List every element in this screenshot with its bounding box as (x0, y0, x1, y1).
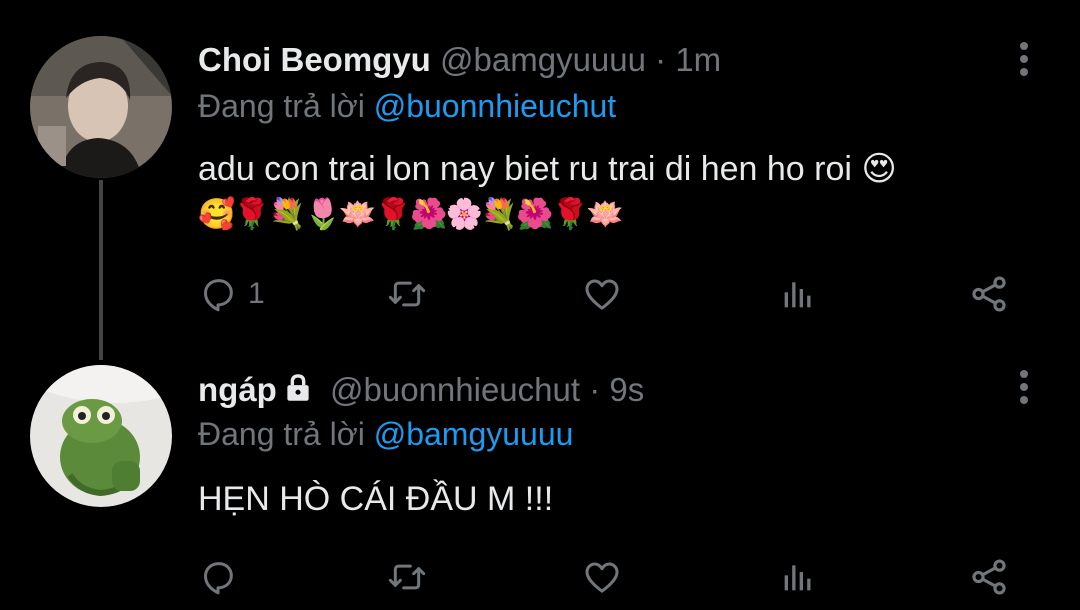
user-handle[interactable]: @bamgyuuuu (440, 41, 646, 78)
tweet-emoji-line: 🥰🌹💐🌷🪷🌹🌺🌸💐🌺🌹🪷 (198, 198, 624, 231)
retweet-icon (388, 564, 426, 590)
share-icon (972, 276, 1006, 312)
retweet-button[interactable] (386, 272, 428, 316)
display-name[interactable]: ngáp (198, 371, 277, 408)
heart-icon (585, 562, 619, 593)
stats-icon (784, 565, 811, 591)
share-icon (972, 559, 1006, 595)
replying-mention[interactable]: @buonnhieuchut (374, 88, 616, 124)
replying-mention[interactable]: @bamgyuuuu (374, 416, 574, 452)
replying-to: Đang trả lời @bamgyuuuu (198, 415, 573, 453)
avatar[interactable] (30, 365, 172, 507)
retweet-icon (388, 281, 426, 307)
display-name[interactable]: Choi Beomgyu (198, 41, 431, 78)
tweet[interactable]: Choi Beomgyu @bamgyuuuu · 1m Đang trả lờ… (0, 0, 1080, 360)
separator-dot: · (589, 371, 601, 408)
tweet-text: adu con trai lon nay biet ru trai di hen… (198, 150, 897, 188)
replying-to: Đang trả lời @buonnhieuchut (198, 87, 616, 125)
reply-icon (204, 279, 233, 312)
user-handle[interactable]: @buonnhieuchut (330, 371, 580, 408)
timestamp[interactable]: 1m (675, 41, 721, 78)
share-button[interactable] (968, 272, 1010, 316)
tweet-header: Choi Beomgyu @bamgyuuuu · 1m (198, 40, 721, 80)
thread-line (99, 180, 103, 360)
more-vertical-icon[interactable] (1018, 370, 1030, 406)
like-button[interactable] (582, 272, 622, 316)
retweet-button[interactable] (386, 555, 428, 599)
lock-icon (287, 374, 309, 401)
separator-dot: · (655, 41, 667, 78)
timestamp[interactable]: 9s (609, 371, 644, 408)
tweet-header: ngáp @buonnhieuchut · 9s (198, 370, 644, 410)
replying-prefix: Đang trả lời (198, 88, 365, 124)
avatar[interactable] (30, 36, 172, 178)
action-bar (198, 555, 1020, 599)
stats-button[interactable] (778, 555, 818, 599)
tweet[interactable]: ngáp @buonnhieuchut · 9s Đang trả lời @b… (0, 345, 1080, 610)
reply-count: 1 (248, 277, 265, 310)
more-vertical-icon[interactable] (1018, 42, 1030, 78)
heart-icon (585, 279, 619, 310)
replying-prefix: Đang trả lời (198, 416, 365, 452)
like-button[interactable] (582, 555, 622, 599)
share-button[interactable] (968, 555, 1010, 599)
reply-button[interactable] (198, 555, 248, 599)
reply-button[interactable]: 1 (198, 272, 265, 316)
action-bar: 1 (198, 272, 1020, 316)
stats-button[interactable] (778, 272, 818, 316)
stats-icon (784, 282, 811, 308)
tweet-text: HẸN HÒ CÁI ĐẦU M !!! (198, 480, 554, 518)
reply-icon (204, 562, 233, 595)
